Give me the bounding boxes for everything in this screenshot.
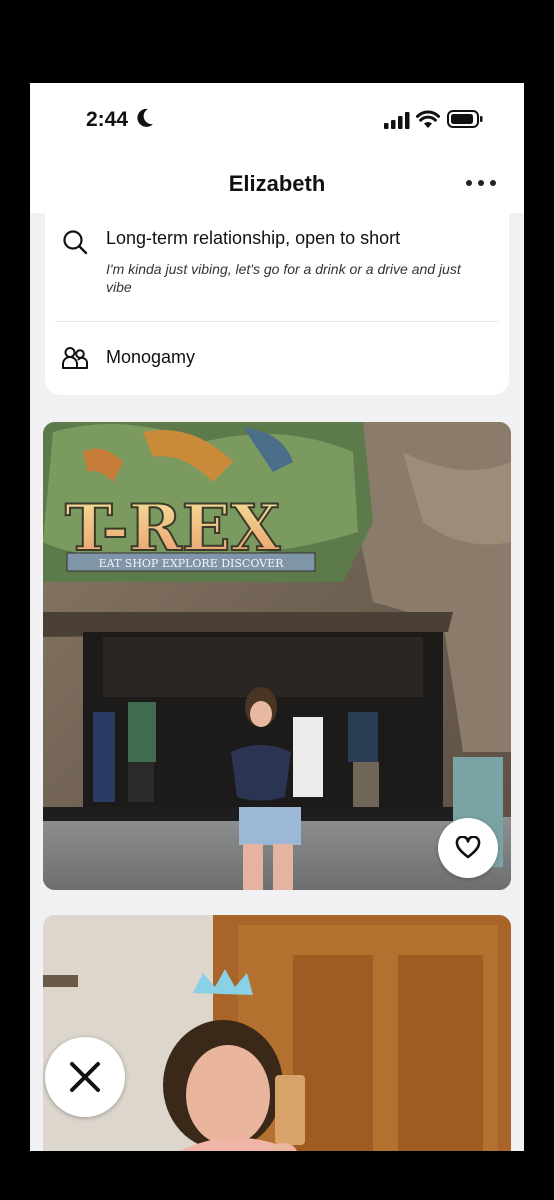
cellular-signal-icon xyxy=(384,112,410,129)
status-time: 2:44 xyxy=(86,108,129,131)
page-title: Elizabeth xyxy=(228,171,326,196)
battery-icon xyxy=(447,110,483,128)
more-options-button[interactable] xyxy=(466,173,496,193)
photo-selfie xyxy=(43,915,511,1151)
close-icon xyxy=(70,1062,100,1092)
more-dot xyxy=(466,180,472,186)
heart-icon xyxy=(455,836,481,859)
relationship-goal-label: Long-term relationship, open to short xyxy=(106,228,401,248)
moon-icon xyxy=(137,108,153,127)
profile-info-card: Long-term relationship, open to short I'… xyxy=(45,213,509,395)
profile-header: Elizabeth xyxy=(30,155,524,213)
search-icon xyxy=(63,230,88,255)
profile-photo-2[interactable] xyxy=(43,915,511,1151)
relationship-type-label: Monogamy xyxy=(106,347,196,367)
divider xyxy=(55,321,499,322)
people-icon xyxy=(62,347,88,369)
wifi-icon xyxy=(416,110,440,128)
more-dot xyxy=(478,180,484,186)
relationship-goal-description: I'm kinda just vibing, let's go for a dr… xyxy=(106,261,461,295)
dismiss-button[interactable] xyxy=(45,1037,125,1117)
app-screen: 2:44 Elizabeth Long-term relationship, o… xyxy=(30,83,524,1151)
profile-photo-1[interactable]: T-REX EAT SHOP EXPLORE DISCOVER xyxy=(43,422,511,890)
more-dot xyxy=(490,180,496,186)
like-button[interactable] xyxy=(438,818,498,878)
trex-sign-subtitle: EAT SHOP EXPLORE DISCOVER xyxy=(99,557,285,570)
photo-trex-entrance: T-REX EAT SHOP EXPLORE DISCOVER xyxy=(43,422,511,890)
status-bar: 2:44 xyxy=(30,83,524,155)
